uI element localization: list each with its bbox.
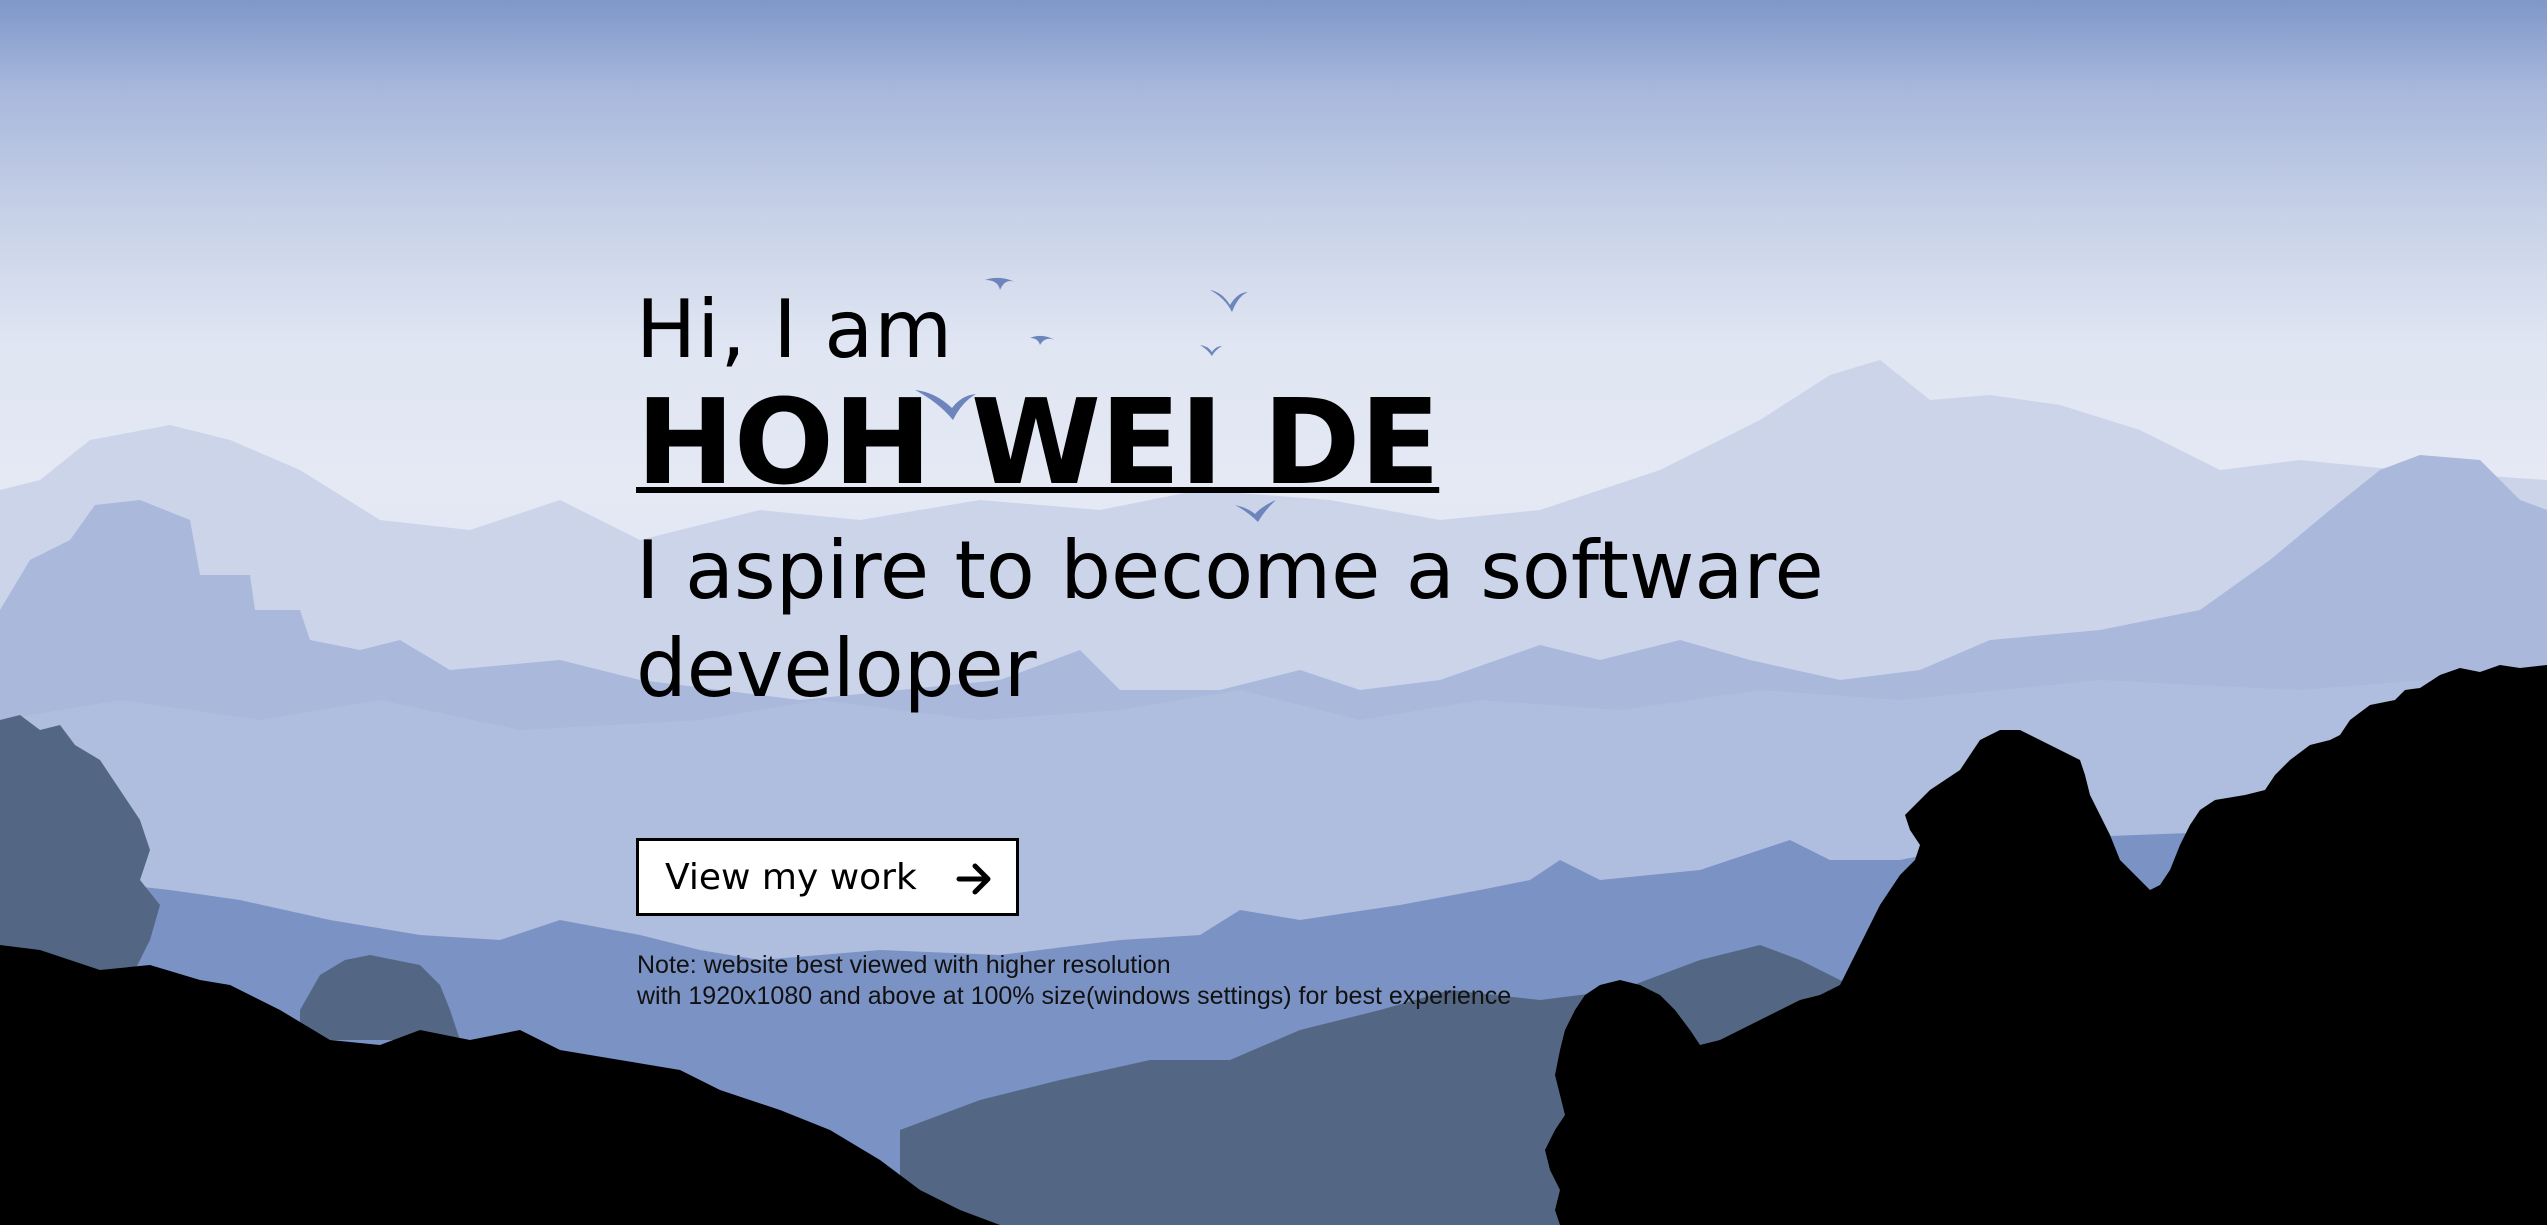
intro-block: Hi, I am HOH WEI DE I aspire to become a…	[636, 280, 2136, 718]
hero-section: Hi, I am HOH WEI DE I aspire to become a…	[0, 0, 2547, 1225]
name-heading: HOH WEI DE	[636, 373, 1440, 511]
view-my-work-label: View my work	[665, 856, 917, 898]
greeting-text: Hi, I am	[636, 283, 954, 376]
view-my-work-button[interactable]: View my work	[636, 838, 1019, 916]
arrow-right-icon	[956, 863, 991, 895]
resolution-note-line-1: Note: website best viewed with higher re…	[637, 951, 1171, 979]
resolution-note: Note: website best viewed with higher re…	[637, 950, 1511, 1012]
resolution-note-line-2: with 1920x1080 and above at 100% size(wi…	[637, 982, 1512, 1010]
tagline-text: I aspire to become a software developer	[636, 524, 1824, 715]
